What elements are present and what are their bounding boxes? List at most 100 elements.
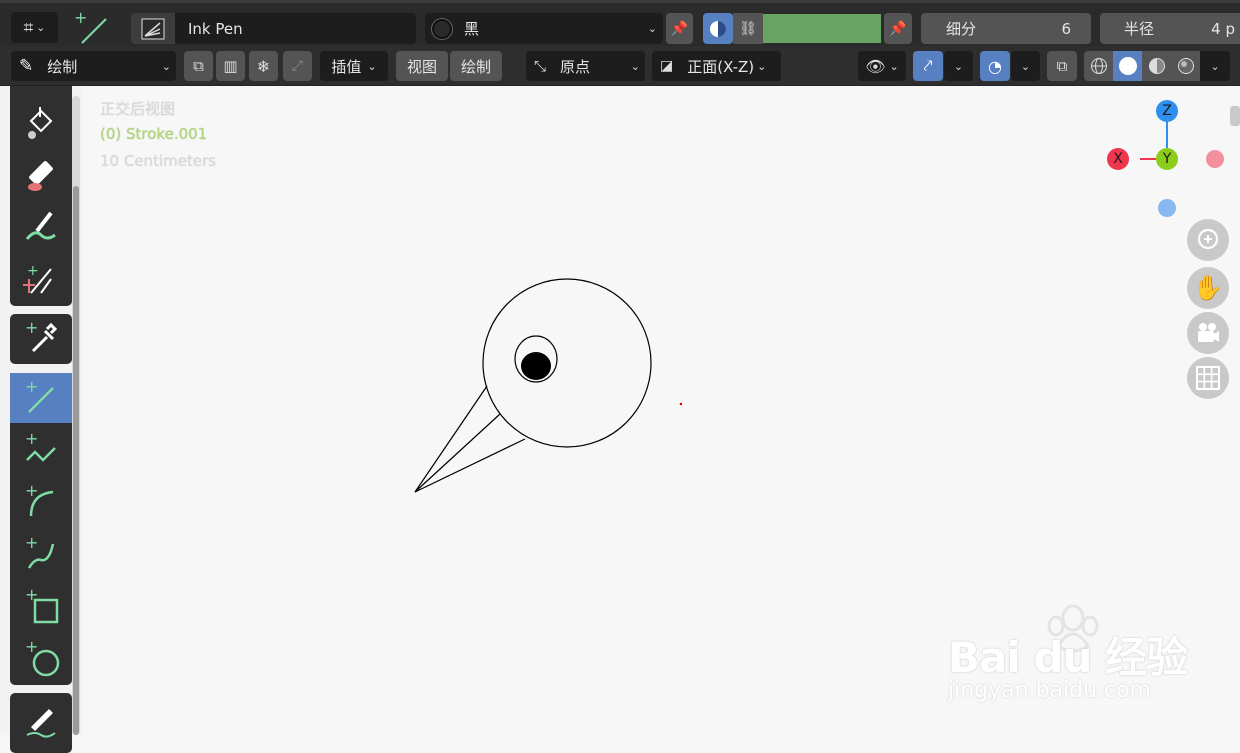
drawing-plane-selector[interactable]: ◪ 正面(X-Z) ⌄: [652, 51, 781, 81]
gizmo-toggle-button[interactable]: ⤤: [913, 51, 943, 81]
radius-field[interactable]: 半径 4 p: [1100, 13, 1240, 44]
box-icon: +: [25, 586, 59, 624]
radius-value: 4 p: [1211, 19, 1235, 38]
watermark-url: jingyan.baidu.com: [948, 678, 1152, 703]
axis-y-gizmo[interactable]: Y: [1156, 148, 1178, 170]
overlay-toggle-button[interactable]: ◔: [980, 51, 1010, 81]
grid-icon: [1196, 366, 1220, 390]
material-selector[interactable]: 黑 ⌄: [425, 13, 663, 44]
box-tool[interactable]: +: [10, 581, 72, 631]
camera-view-button[interactable]: [1187, 312, 1229, 354]
curve-tool[interactable]: +: [10, 529, 72, 579]
sidebar-scroll-handle[interactable]: [1230, 106, 1240, 126]
annotate-tool[interactable]: [10, 696, 72, 746]
view-menu-button[interactable]: 视图: [396, 51, 448, 81]
plane-icon: ◪: [660, 58, 674, 74]
svg-text:+: +: [25, 586, 38, 604]
stroke-placement-selector[interactable]: ⤡ 原点 ⌄: [526, 51, 645, 81]
radius-label: 半径: [1124, 20, 1155, 38]
snap-button[interactable]: ❄: [249, 51, 278, 81]
material-shading-button[interactable]: [1142, 51, 1171, 81]
pan-button[interactable]: ✋: [1187, 267, 1229, 309]
tint-tool[interactable]: [10, 202, 72, 252]
subdivision-field[interactable]: 细分 6: [921, 13, 1091, 44]
overlay-dropdown[interactable]: ⌄: [1011, 51, 1040, 81]
circle-icon: +: [25, 638, 60, 677]
svg-text:+: +: [25, 534, 38, 552]
brush-selector[interactable]: Ink Pen: [131, 13, 416, 44]
axis-x-gizmo[interactable]: X: [1107, 148, 1129, 170]
ortho-toggle-button[interactable]: [1187, 357, 1229, 399]
overlay-circles-icon: ◔: [988, 56, 1002, 76]
rendered-shading-button[interactable]: [1171, 51, 1200, 81]
draw-menu-button[interactable]: 绘制: [450, 51, 502, 81]
arc-tool[interactable]: +: [10, 477, 72, 527]
eye-cursor-icon: 👁: [865, 56, 886, 76]
draw-line-tool-icon[interactable]: +: [72, 8, 112, 47]
watermark-brand: Bai du 经验: [948, 633, 1188, 682]
multiframe-button[interactable]: ⧉: [184, 51, 213, 81]
axis-z-gizmo[interactable]: Z: [1156, 100, 1178, 122]
chevron-down-icon: ⌄: [36, 21, 46, 34]
svg-text:+: +: [25, 638, 38, 656]
scissors-icon: +: [23, 263, 52, 294]
origin-dot: [679, 402, 682, 406]
layers-icon: ▥: [223, 57, 238, 75]
rendered-sphere-icon: [1177, 58, 1194, 74]
eyedropper-tool[interactable]: +: [10, 314, 72, 364]
autokey-button[interactable]: ▥: [216, 51, 245, 81]
tool-settings-header: ⌗ ⌄ + Ink Pen 黑 ⌄ 📌 ⛓ 📌 细分 6 半径 4 p: [0, 0, 1240, 46]
svg-text:+: +: [25, 319, 38, 337]
color-mode-vertex-button[interactable]: ⛓: [733, 13, 763, 44]
toolbar-scrollbar[interactable]: [72, 96, 80, 735]
wireframe-shading-button[interactable]: [1084, 51, 1113, 81]
gizmo-dropdown[interactable]: ⌄: [944, 51, 973, 81]
svg-text:+: +: [74, 9, 87, 27]
chevron-down-icon: ⌄: [367, 59, 377, 73]
circle-tool[interactable]: +: [10, 633, 72, 683]
mode-selector[interactable]: ✎ 绘制 ⌄: [11, 51, 176, 81]
zoom-button[interactable]: [1187, 219, 1229, 261]
axis-neg-z-gizmo[interactable]: [1158, 199, 1176, 217]
svg-text:+: +: [27, 263, 39, 279]
eye-pupil: [521, 352, 551, 380]
color-swatch[interactable]: [763, 14, 881, 43]
fill-tool[interactable]: [10, 98, 72, 148]
multiframe-icon: ⧉: [193, 57, 204, 75]
subdivision-value: 6: [1061, 19, 1071, 38]
solid-shading-button[interactable]: [1113, 51, 1142, 81]
cutter-tool[interactable]: +: [10, 254, 72, 304]
erase-tool[interactable]: [10, 150, 72, 200]
sphere-half-icon: [710, 20, 726, 37]
gizmo-arrow-icon: ⤤: [923, 56, 933, 75]
3d-viewport[interactable]: 正交后视图 (0) Stroke.001 10 Centimeters Z X …: [82, 86, 1240, 735]
shading-group: ⌄: [1084, 51, 1230, 81]
origin-label: 原点: [560, 57, 591, 76]
xray-toggle-button[interactable]: ⧉: [1047, 51, 1077, 81]
shading-dropdown[interactable]: ⌄: [1200, 51, 1230, 81]
chevron-down-icon: ⌄: [647, 22, 657, 35]
material-name: 黑: [464, 20, 480, 38]
pencil-icon: ✎: [19, 56, 34, 76]
polyline-icon: +: [25, 430, 56, 462]
beak-stroke: [414, 385, 501, 493]
polyline-tool[interactable]: +: [10, 425, 72, 475]
interpolate-menu[interactable]: 插值 ⌄: [320, 51, 388, 81]
orientation-label: 正面(X-Z): [687, 57, 755, 76]
sculpt-toggle-button[interactable]: ⤢: [283, 51, 312, 81]
material-sphere-icon: [432, 18, 452, 39]
interpolate-label: 插值: [331, 57, 362, 76]
color-mode-material-button[interactable]: [703, 13, 733, 44]
fill-bucket-icon: [28, 107, 53, 139]
pin-material-button[interactable]: 📌: [666, 13, 693, 44]
annotate-pencil-icon: [26, 709, 56, 738]
chevron-down-icon: ⌄: [630, 59, 640, 73]
axis-z-line: [1166, 122, 1168, 148]
axis-neg-x-gizmo[interactable]: [1206, 150, 1224, 168]
material-sphere-icon: [1148, 58, 1165, 74]
visibility-dropdown[interactable]: 👁 ⌄: [858, 51, 906, 81]
solid-sphere-icon: [1118, 57, 1137, 75]
line-tool[interactable]: +: [10, 373, 72, 423]
pin-color-button[interactable]: 📌: [884, 13, 912, 44]
tool-mode-selector[interactable]: ⌗ ⌄: [11, 12, 58, 43]
